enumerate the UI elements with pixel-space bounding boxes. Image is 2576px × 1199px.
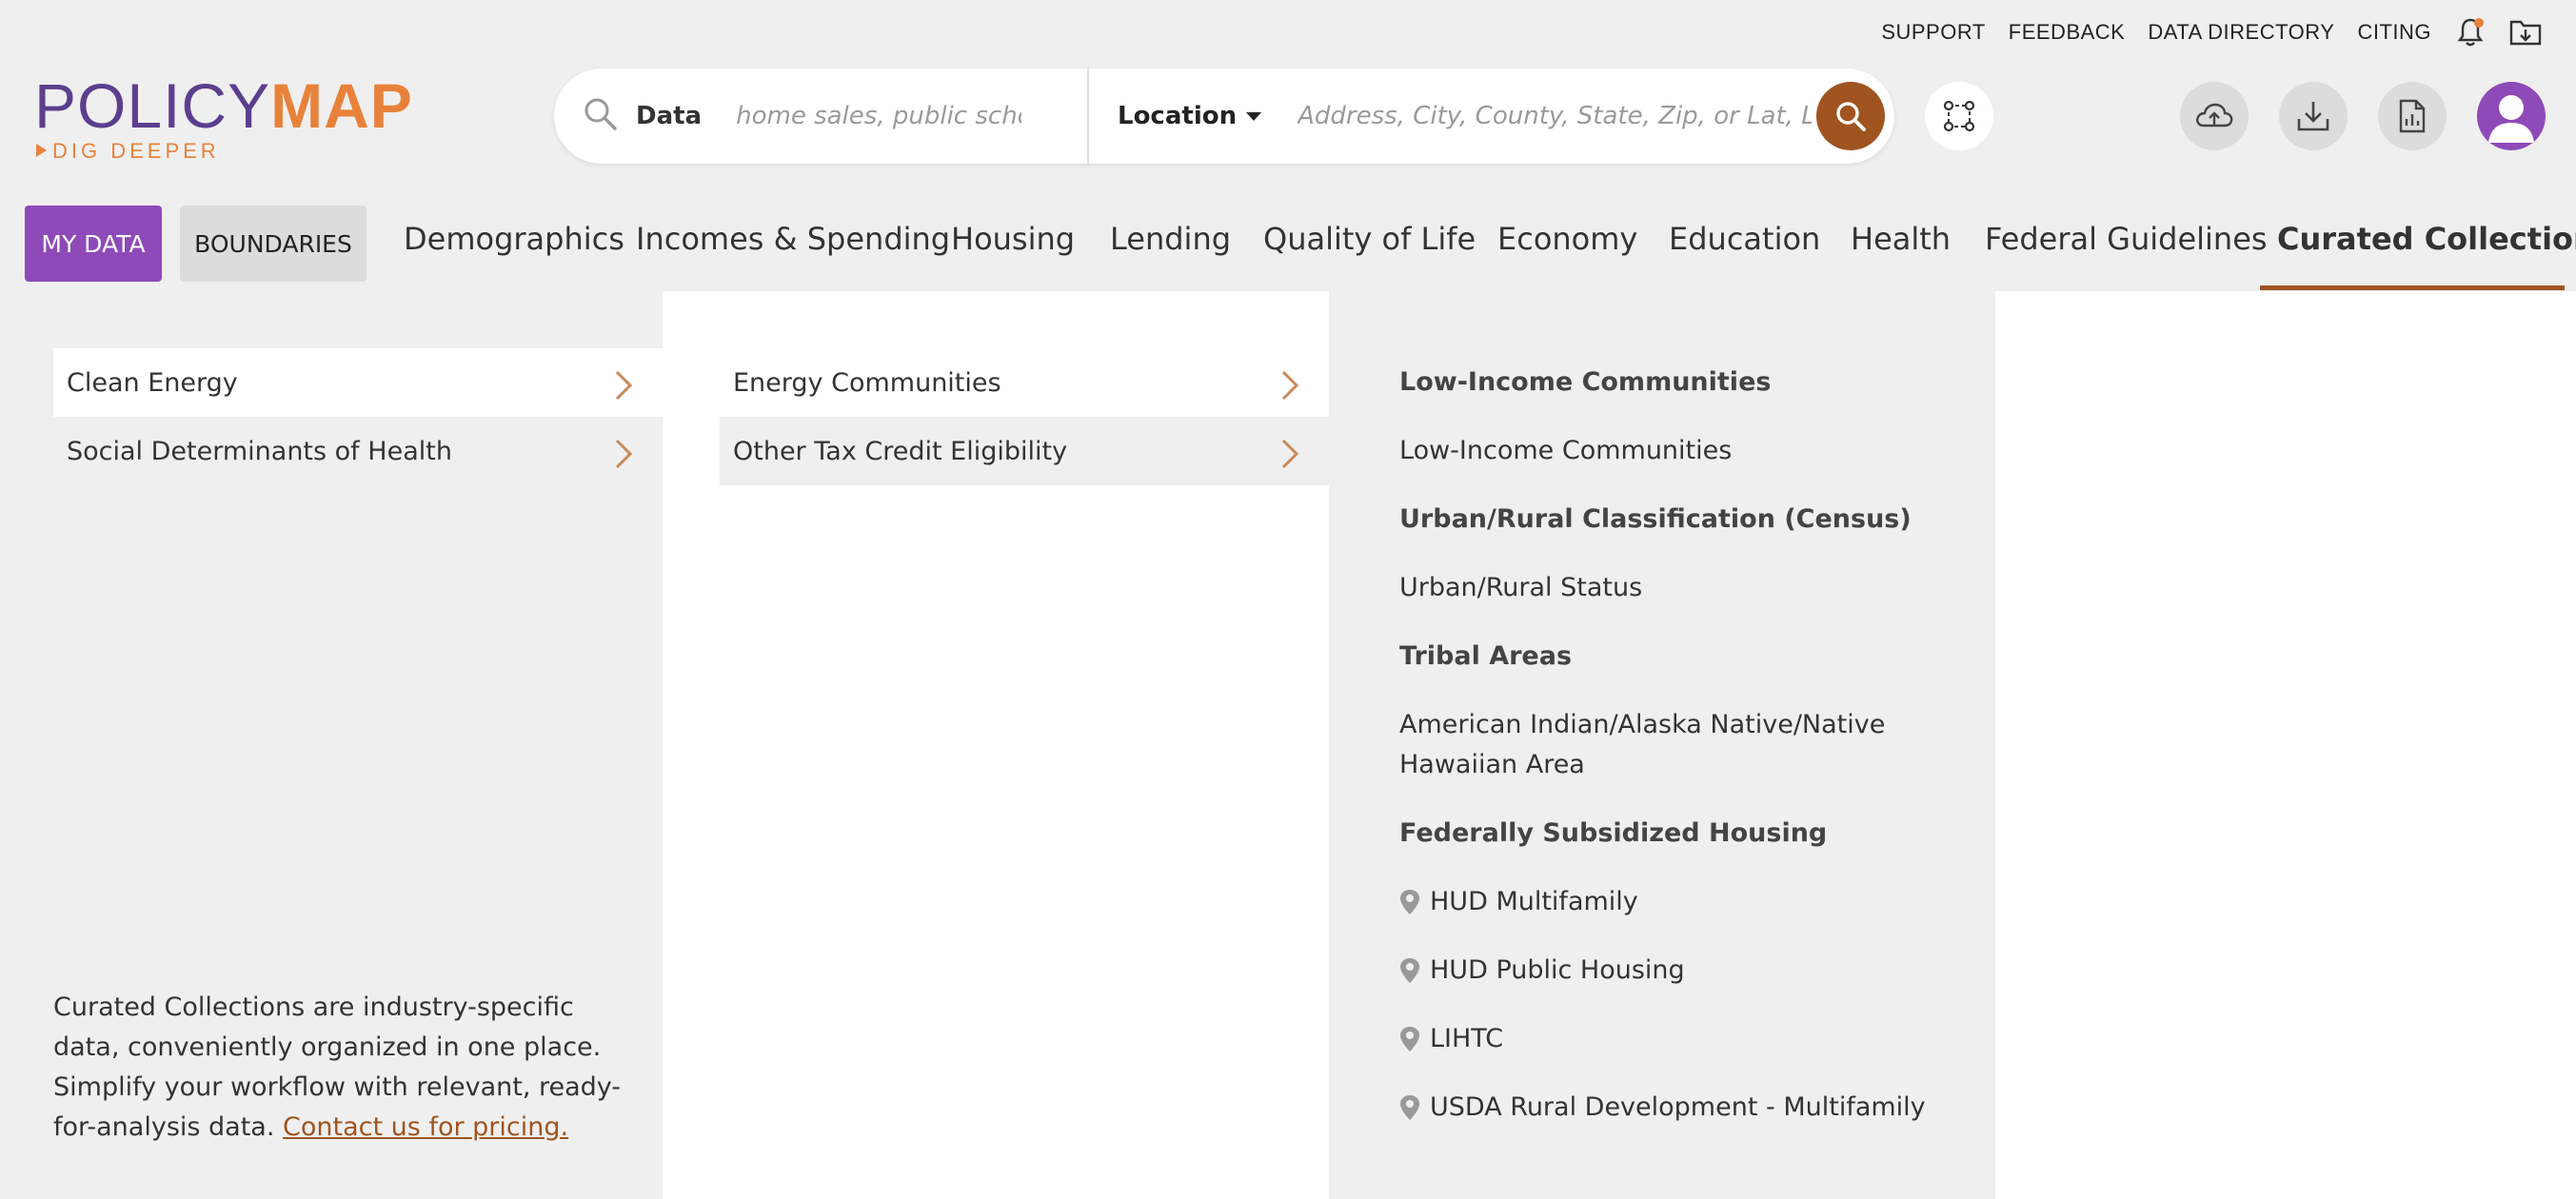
report-icon bbox=[2399, 99, 2426, 133]
menu-item-label: Other Tax Credit Eligibility bbox=[733, 436, 1068, 466]
user-avatar[interactable] bbox=[2477, 82, 2546, 150]
map-pin-icon bbox=[1400, 1095, 1419, 1120]
caret-down-icon bbox=[1246, 111, 1262, 121]
point-layer-label: USDA Rural Development - Multifamily bbox=[1430, 1092, 1926, 1122]
boundaries-button[interactable]: BOUNDARIES bbox=[180, 206, 367, 282]
contact-pricing-link[interactable]: Contact us for pricing. bbox=[283, 1112, 568, 1142]
chevron-right-icon bbox=[1281, 370, 1299, 401]
chevron-right-icon bbox=[1281, 439, 1299, 469]
point-layer-link[interactable]: USDA Rural Development - Multifamily bbox=[1399, 1088, 1971, 1128]
tab-economy[interactable]: Economy bbox=[1497, 221, 1637, 257]
section-heading: Federally Subsidized Housing bbox=[1399, 818, 1828, 848]
search-icon bbox=[583, 96, 619, 136]
menu-item-other-tax-credit[interactable]: Other Tax Credit Eligibility bbox=[720, 417, 1329, 485]
point-layer-label: HUD Multifamily bbox=[1430, 887, 1638, 916]
tab-curated-collections[interactable]: Curated Collections bbox=[2277, 221, 2576, 257]
menu-item-label: Clean Energy bbox=[67, 367, 238, 398]
indicator-link[interactable]: Urban/Rural Status bbox=[1399, 568, 1971, 608]
category-nav: MY DATA BOUNDARIES Demographics Incomes … bbox=[0, 196, 2576, 291]
logo-part2: MAP bbox=[270, 70, 413, 141]
map-pin-icon bbox=[1400, 1027, 1419, 1052]
logo-tagline: DIG DEEPER bbox=[52, 139, 220, 163]
my-data-button[interactable]: MY DATA bbox=[25, 206, 162, 282]
download-icon bbox=[2297, 102, 2329, 131]
support-link[interactable]: SUPPORT bbox=[1881, 20, 1985, 45]
section-heading: Urban/Rural Classification (Census) bbox=[1399, 504, 1912, 534]
data-search-input[interactable] bbox=[736, 102, 1022, 130]
tab-housing[interactable]: Housing bbox=[951, 221, 1075, 257]
polygon-select-icon bbox=[1943, 100, 1975, 132]
map-pin-icon bbox=[1400, 890, 1419, 914]
tab-quality-of-life[interactable]: Quality of Life bbox=[1263, 221, 1476, 257]
location-dropdown[interactable]: Location bbox=[1089, 102, 1262, 130]
location-dropdown-label: Location bbox=[1118, 102, 1238, 130]
subcollections-column: Energy Communities Other Tax Credit Elig… bbox=[663, 291, 1329, 1199]
tab-federal-guidelines[interactable]: Federal Guidelines bbox=[1985, 221, 2268, 257]
search-bar: Data Location bbox=[554, 69, 1894, 164]
active-tab-indicator bbox=[2260, 285, 2565, 290]
data-search-label: Data bbox=[636, 102, 703, 130]
section-heading: Low-Income Communities bbox=[1399, 367, 1772, 397]
report-button[interactable] bbox=[2378, 82, 2447, 150]
point-layer-label: LIHTC bbox=[1430, 1024, 1504, 1053]
point-layer-link[interactable]: HUD Multifamily bbox=[1399, 882, 1971, 922]
tab-lending[interactable]: Lending bbox=[1110, 221, 1231, 257]
indicator-link[interactable]: Low-Income Communities bbox=[1399, 431, 1971, 471]
logo-part1: POLICY bbox=[34, 70, 271, 141]
menu-item-energy-communities[interactable]: Energy Communities bbox=[720, 348, 1329, 417]
menu-item-clean-energy[interactable]: Clean Energy bbox=[53, 348, 663, 417]
location-input[interactable] bbox=[1298, 102, 1813, 130]
data-directory-link[interactable]: DATA DIRECTORY bbox=[2148, 20, 2334, 45]
empty-panel bbox=[1995, 291, 2576, 1199]
chevron-right-icon bbox=[615, 439, 633, 469]
search-submit-button[interactable] bbox=[1816, 82, 1885, 150]
cloud-upload-icon bbox=[2196, 103, 2233, 128]
citing-link[interactable]: CITING bbox=[2357, 20, 2431, 45]
point-layer-link[interactable]: HUD Public Housing bbox=[1399, 951, 1971, 991]
indicators-column: Low-Income Communities Low-Income Commun… bbox=[1329, 291, 1995, 1199]
menu-item-label: Energy Communities bbox=[733, 367, 1001, 398]
chevron-right-icon bbox=[615, 370, 633, 401]
menu-item-social-determinants[interactable]: Social Determinants of Health bbox=[53, 417, 663, 485]
menu-item-label: Social Determinants of Health bbox=[67, 436, 452, 466]
tab-incomes-spending[interactable]: Incomes & Spending bbox=[636, 221, 950, 257]
user-icon bbox=[2488, 95, 2534, 143]
collections-column: Clean Energy Social Determinants of Heal… bbox=[0, 291, 663, 1199]
utility-bar: SUPPORT FEEDBACK DATA DIRECTORY CITING bbox=[1881, 17, 2542, 48]
tab-health[interactable]: Health bbox=[1851, 221, 1951, 257]
point-layer-link[interactable]: LIHTC bbox=[1399, 1019, 1971, 1059]
download-button[interactable] bbox=[2279, 82, 2348, 150]
collections-description: Curated Collections are industry-specifi… bbox=[53, 988, 644, 1148]
tab-education[interactable]: Education bbox=[1669, 221, 1820, 257]
draw-area-button[interactable] bbox=[1925, 82, 1993, 150]
bell-icon[interactable] bbox=[2454, 16, 2487, 49]
search-icon bbox=[1836, 102, 1866, 131]
upload-button[interactable] bbox=[2180, 82, 2249, 150]
tab-demographics[interactable]: Demographics bbox=[404, 221, 624, 257]
section-heading: Tribal Areas bbox=[1399, 641, 1573, 671]
map-pin-icon bbox=[1400, 958, 1419, 983]
feedback-link[interactable]: FEEDBACK bbox=[2009, 20, 2126, 45]
point-layer-label: HUD Public Housing bbox=[1430, 955, 1685, 985]
indicator-link[interactable]: American Indian/Alaska Native/Native Haw… bbox=[1399, 705, 1971, 785]
folder-download-icon[interactable] bbox=[2509, 16, 2542, 49]
policymap-logo[interactable]: POLICYMAP DIG DEEPER bbox=[34, 74, 412, 163]
